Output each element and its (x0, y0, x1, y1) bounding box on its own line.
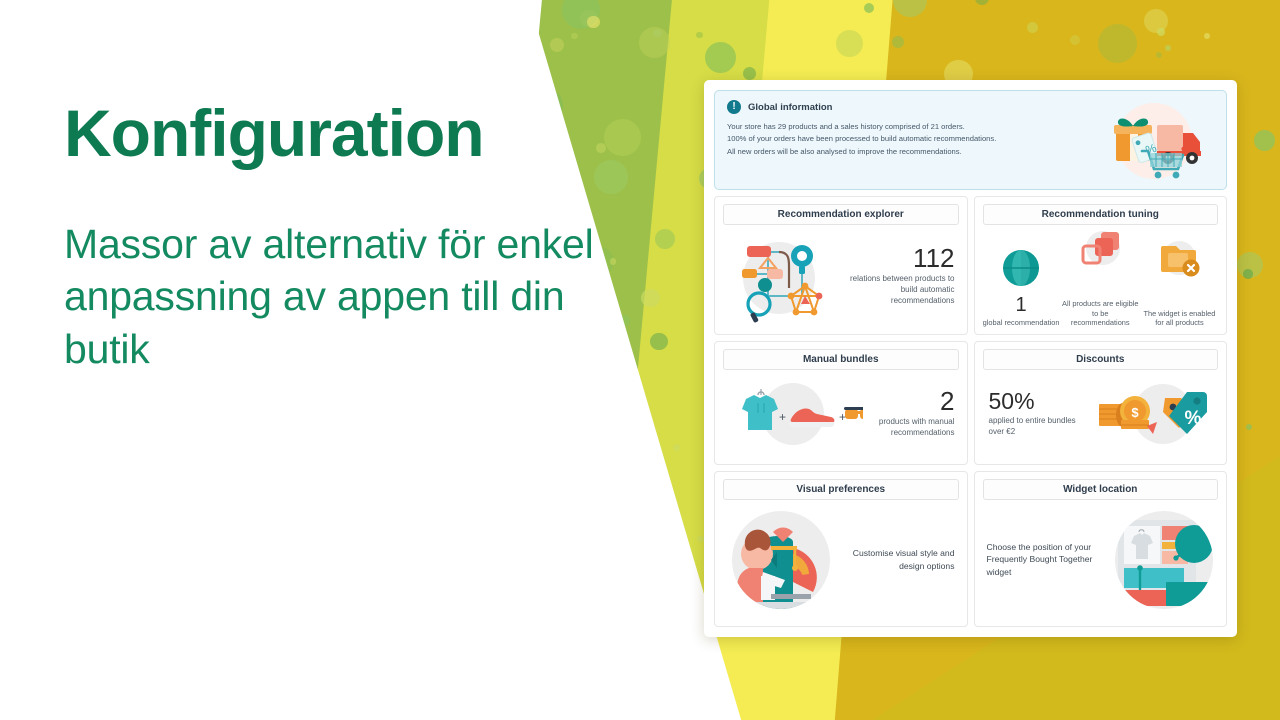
hoodie-shoe-sunglasses-icon: + + (723, 379, 874, 449)
info-exclamation-icon: ! (727, 100, 741, 114)
svg-text:+: + (779, 410, 786, 424)
stat-number: 112 (913, 243, 955, 274)
stacked-squares-icon (1075, 225, 1125, 275)
configuration-card-grid: Recommendation explorer 112 relations be… (714, 196, 1227, 627)
card-recommendation-explorer[interactable]: Recommendation explorer 112 relations be… (714, 196, 968, 335)
svg-text:%: % (1185, 408, 1202, 429)
decorative-dot (1254, 130, 1275, 151)
app-panel: ! Global information Your store has 29 p… (704, 80, 1237, 637)
slide-canvas: Konfiguration Massor av alternativ för e… (0, 0, 1280, 720)
coins-price-tag-icon: $ % (1093, 378, 1218, 450)
decorative-dot (697, 535, 704, 543)
decorative-dot (1243, 269, 1253, 279)
card-body-discounts: 50% applied to entire bundles over €2 $ … (983, 370, 1219, 457)
decorative-dot (654, 229, 675, 250)
tuning-number: 1 (1015, 294, 1027, 317)
tuning-col-all-products-eligible: All products are eligible to be recommen… (1062, 225, 1139, 328)
tuning-col-global-recommendation: 1 global recommendation (983, 243, 1060, 328)
stat-discounts: 50% applied to entire bundles over €2 (983, 387, 1089, 438)
decorative-dot (743, 67, 757, 81)
card-visual-preferences[interactable]: Visual preferences Customise visual styl… (714, 471, 968, 627)
decorative-dot (641, 288, 661, 308)
decorative-dot (587, 15, 601, 29)
global-information-banner: ! Global information Your store has 29 p… (714, 90, 1227, 190)
card-recommendation-tuning[interactable]: Recommendation tuning 1 global recommend… (973, 196, 1227, 335)
decorative-dot (892, 35, 905, 49)
decorative-dot (892, 0, 927, 17)
tuning-columns: 1 global recommendation All products are… (983, 225, 1219, 328)
desc-widget-location: Choose the position of your Frequently B… (983, 541, 1107, 578)
decorative-dot (704, 41, 736, 73)
decorative-dot (1246, 423, 1253, 430)
decorative-dot (1098, 24, 1138, 64)
card-body-recommendation-tuning: 1 global recommendation All products are… (983, 225, 1219, 328)
decorative-dot (1157, 28, 1165, 36)
decorative-dot (1156, 51, 1163, 58)
card-title-recommendation-explorer[interactable]: Recommendation explorer (723, 204, 959, 225)
stat-manual-bundles: 2 products with manual recommendations (863, 388, 959, 439)
page-title: Konfiguration (64, 96, 485, 170)
decorative-dot (836, 30, 863, 58)
stat-caption: applied to entire bundles over €2 (988, 415, 1076, 436)
card-title-visual-preferences[interactable]: Visual preferences (723, 479, 959, 500)
stat-number: 50% (988, 387, 1035, 414)
banner-title: Global information (748, 101, 833, 113)
card-title-discounts[interactable]: Discounts (982, 349, 1218, 370)
card-manual-bundles[interactable]: Manual bundles + + 2 products with manua… (714, 341, 968, 465)
tuning-caption: The widget is enabled for all products (1143, 308, 1216, 328)
network-graph-icon (723, 228, 833, 324)
card-body-widget-location: Choose the position of your Frequently B… (983, 500, 1219, 619)
decorative-dot (1069, 34, 1080, 45)
card-title-manual-bundles[interactable]: Manual bundles (723, 349, 959, 370)
svg-text:$: $ (1131, 405, 1139, 420)
tuning-caption: All products are eligible to be recommen… (1062, 299, 1139, 328)
decorative-dot (975, 0, 990, 5)
decorative-dot (1026, 21, 1038, 33)
card-description: Customise visual style and design option… (852, 548, 955, 571)
designer-palette-icon (727, 506, 835, 614)
svg-text:+: + (839, 410, 846, 424)
page-subtitle: Massor av alternativ för enkel anpassnin… (64, 221, 594, 372)
decorative-dot (673, 444, 680, 451)
stat-number: 2 (940, 386, 955, 417)
tuning-col-widget-enabled: The widget is enabled for all products (1141, 235, 1218, 328)
decorative-dot (1164, 45, 1171, 52)
gift-truck-cart-icon: % (1102, 97, 1212, 187)
card-discounts[interactable]: Discounts 50% applied to entire bundles … (973, 341, 1227, 465)
stat-recommendation-explorer: 112 relations between products to build … (837, 245, 959, 306)
decorative-dot (864, 3, 875, 14)
card-description: Choose the position of your Frequently B… (986, 541, 1093, 577)
desc-visual-preferences: Customise visual style and design option… (835, 547, 959, 572)
decorative-dot (650, 332, 669, 351)
product-page-widget-icon (1110, 506, 1218, 614)
decorative-dot (571, 32, 578, 39)
card-body-recommendation-explorer: 112 relations between products to build … (723, 225, 959, 327)
hero-text-block: Konfiguration Massor av alternativ för e… (64, 100, 624, 375)
card-widget-location[interactable]: Widget location Choose the position of y… (973, 471, 1227, 627)
tuning-caption: global recommendation (982, 318, 1060, 328)
stat-caption: products with manual recommendations (878, 417, 955, 437)
stat-caption: relations between products to build auto… (849, 274, 955, 305)
card-title-recommendation-tuning[interactable]: Recommendation tuning (982, 204, 1218, 225)
card-body-manual-bundles: + + 2 products with manual recommendatio… (723, 370, 959, 457)
decorative-dot (695, 31, 703, 39)
card-title-widget-location[interactable]: Widget location (982, 479, 1218, 500)
folder-cross-icon (1154, 235, 1204, 285)
decorative-dot (550, 38, 565, 53)
decorative-dot (1203, 32, 1211, 39)
decorative-dot (639, 27, 670, 58)
card-body-visual-preferences: Customise visual style and design option… (723, 500, 959, 619)
globe-icon (999, 243, 1043, 293)
